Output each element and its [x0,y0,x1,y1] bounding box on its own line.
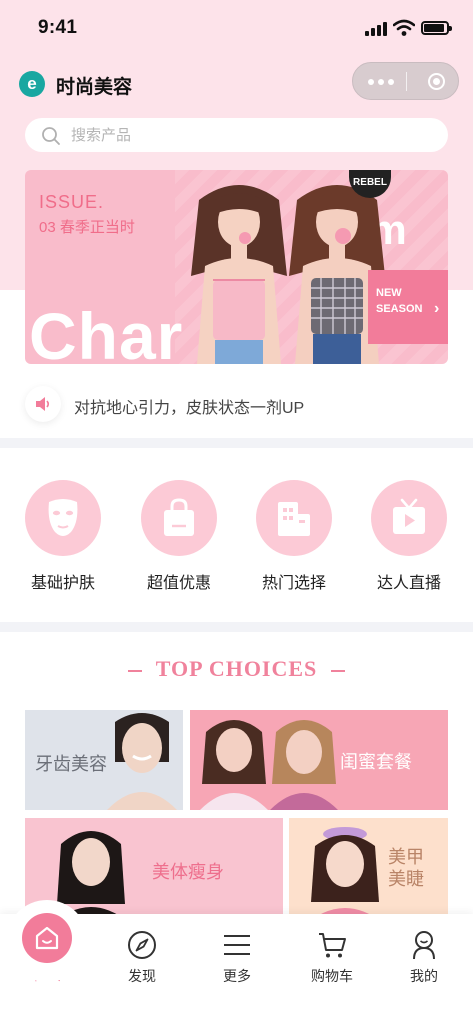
banner-big-text-left: Char [29,299,184,364]
category-value-deals[interactable]: 超值优惠 [129,480,229,593]
announcement-bar[interactable]: 对抗地心引力，皮肤状态一剂UP [25,384,455,424]
search-input[interactable] [71,122,431,148]
home-icon [35,926,59,950]
shopping-bag-icon [141,480,217,556]
tile-label-line-2: 美睫 [388,869,424,889]
tile-label: 闺蜜套餐 [340,752,412,772]
mini-program-capsule [352,62,459,100]
model-photo-left [191,185,287,364]
model-photo [200,720,338,810]
promo-banner[interactable]: ISSUE. 03 春季正当时 Char rm RE [25,170,448,364]
tab-label: 发现 [128,968,156,984]
tile-nail-lash[interactable]: 美甲 美睫 [289,818,448,928]
tab-profile[interactable]: 我的 [384,930,464,986]
section-divider [0,622,473,632]
tile-label-line-1: 美甲 [388,847,424,867]
tab-discover[interactable]: 发现 [102,930,182,986]
face-mask-icon [25,480,101,556]
category-label: 达人直播 [376,575,441,592]
capsule-divider [406,72,407,91]
top-choices-title: TOP CHOICES [155,656,318,681]
app-logo: e [19,71,45,97]
tile-label: 美甲 美睫 [388,846,424,890]
tile-teeth-beauty[interactable]: 牙齿美容 [25,710,183,810]
season-line-1: NEW [376,287,402,299]
tile-bestie-package[interactable]: 闺蜜套餐 [190,710,448,810]
section-divider [0,438,473,448]
announcement-text: 对抗地心引力，皮肤状态一剂UP [74,400,305,417]
wifi-icon [393,19,415,36]
new-season-button[interactable]: NEW SEASON › [368,270,448,344]
search-icon [42,127,60,145]
buildings-icon [256,480,332,556]
cart-icon [319,933,346,958]
signal-icon [365,22,387,36]
tab-more[interactable]: 更多 [197,930,277,986]
battery-icon [421,21,452,35]
category-label: 基础护肤 [30,575,95,592]
category-label: 超值优惠 [146,575,211,592]
close-target-icon[interactable] [428,73,445,90]
tab-label: 购物车 [311,968,353,984]
category-hot-picks[interactable]: 热门选择 [244,480,344,593]
chevron-right-icon: › [434,300,440,317]
app-title: 时尚美容 [56,77,133,98]
model-photo [301,827,389,928]
speaker-icon [25,386,61,422]
tile-label: 牙齿美容 [35,754,107,774]
menu-icon [224,935,250,955]
tile-label: 美体瘦身 [152,862,224,882]
banner-issue-sub: 03 春季正当时 [39,219,135,236]
tab-label: 更多 [223,968,251,984]
status-bar: 9:41 [0,0,473,56]
heading-dash [127,669,142,672]
heading-dash [331,669,346,672]
more-options-icon[interactable] [368,79,394,85]
user-icon [413,931,435,960]
app-page: 9:41 e 时尚美容 ISSUE. 03 春季正当时 Char rm [0,0,473,1024]
search-bar[interactable] [25,118,448,152]
tab-cart[interactable]: 购物车 [292,930,372,986]
top-choices-heading: TOP CHOICES [0,656,473,682]
compass-icon [128,931,156,959]
status-time: 9:41 [38,17,78,38]
model-photo [107,713,177,810]
category-label: 热门选择 [261,575,326,592]
banner-issue: ISSUE. [39,192,105,212]
category-basic-skincare[interactable]: 基础护肤 [13,480,113,593]
home-button[interactable] [22,913,72,963]
tab-label: 我的 [410,968,438,984]
category-live-stream[interactable]: 达人直播 [359,480,459,593]
tv-play-icon [371,480,447,556]
